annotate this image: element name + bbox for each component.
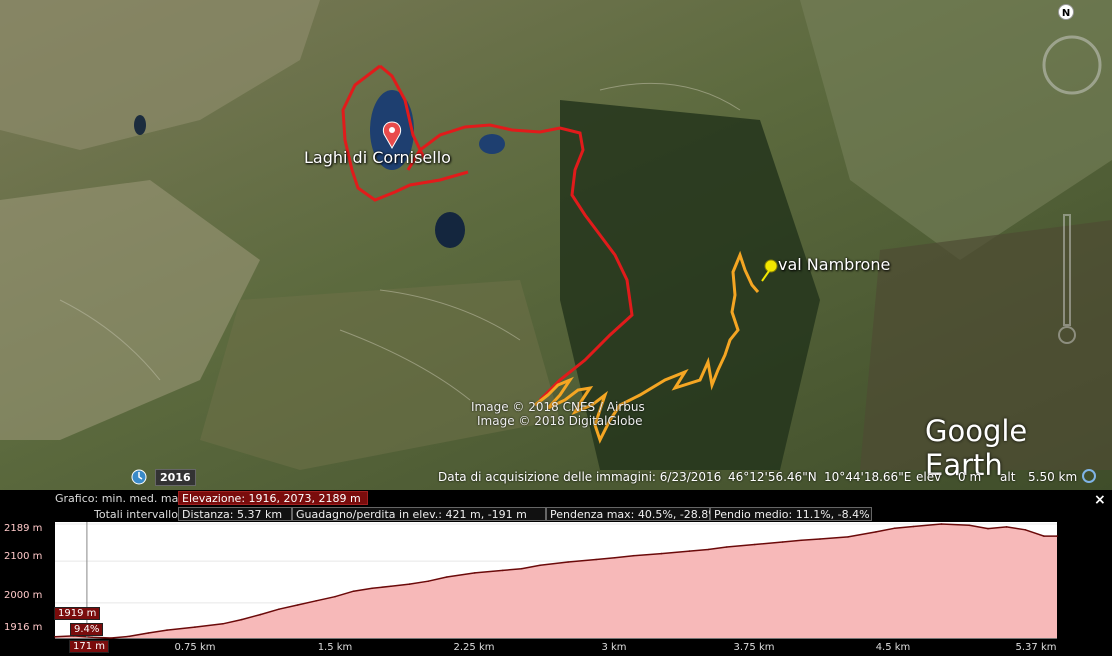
elevation-point xyxy=(1056,535,1058,537)
y-tick-2100: 2100 m xyxy=(4,551,43,562)
elevation-point xyxy=(54,635,56,638)
x-tick-1-5: 1.5 km xyxy=(317,642,353,653)
elev-label: elev xyxy=(916,470,942,484)
elevation-point xyxy=(240,618,243,621)
elevation-point xyxy=(753,543,756,546)
elevation-point xyxy=(427,580,430,582)
elevation-point xyxy=(707,548,709,551)
elevation-point xyxy=(474,572,476,574)
elevation-point xyxy=(222,623,224,625)
elevation-point xyxy=(166,629,168,631)
elevation-point xyxy=(595,558,597,561)
y-tick-2189: 2189 m xyxy=(4,523,43,534)
elevation-point xyxy=(315,600,318,602)
elevation-chart[interactable] xyxy=(0,490,1112,656)
x-tick-4-5: 4.5 km xyxy=(875,642,911,653)
elevation-point xyxy=(128,635,131,638)
elevation-point xyxy=(539,564,541,567)
elevation-point xyxy=(194,626,196,628)
elev-value: 0 m xyxy=(958,470,982,484)
elevation-point xyxy=(1024,529,1027,531)
elevation-point xyxy=(893,527,896,529)
elevation-profile-panel[interactable]: Grafico: min. med. max Elevazione: 1916,… xyxy=(0,490,1112,656)
elevation-point xyxy=(940,523,943,525)
alt-value: 5.50 km xyxy=(1028,470,1078,484)
elevation-point xyxy=(390,585,392,587)
elevation-point xyxy=(446,576,448,578)
x-tick-5-37: 5.37 km xyxy=(1015,642,1057,653)
y-tick-2000: 2000 m xyxy=(4,590,43,601)
elevation-point xyxy=(819,538,821,540)
acquisition-date: Data di acquisizione delle immagini: 6/2… xyxy=(438,470,722,484)
elevation-point xyxy=(875,531,877,533)
elevation-point xyxy=(614,557,616,559)
elevation-point xyxy=(660,552,663,555)
elevation-point xyxy=(147,632,150,634)
elevation-point xyxy=(567,561,569,563)
elevation-point xyxy=(725,546,728,548)
elevation-point xyxy=(847,536,849,538)
compass-north-icon[interactable]: N xyxy=(1058,4,1074,20)
y-tick-1916: 1916 m xyxy=(4,622,43,633)
streaming-indicator-icon xyxy=(1082,469,1096,483)
place-label-lakes[interactable]: Laghi di Cornisello xyxy=(304,148,451,167)
elevation-point xyxy=(278,608,280,610)
status-bar: Data di acquisizione delle immagini: 6/2… xyxy=(0,466,1112,488)
elevation-point xyxy=(1043,535,1045,537)
elevation-point xyxy=(688,550,691,552)
elevation-point xyxy=(371,587,374,590)
elevation-point xyxy=(296,604,299,606)
elevation-point xyxy=(800,539,803,542)
place-label-valley[interactable]: val Nambrone xyxy=(778,255,890,274)
elevation-point xyxy=(352,590,355,592)
elevation-point xyxy=(91,636,94,638)
elevation-point xyxy=(259,613,262,616)
elevation-point xyxy=(1005,526,1008,528)
cursor-slope-marker: 9.4% xyxy=(70,623,104,636)
x-tick-3-75: 3.75 km xyxy=(733,642,775,653)
elevation-point xyxy=(334,595,336,598)
elevation-point xyxy=(912,525,915,528)
elevation-point xyxy=(987,527,989,530)
elevation-point xyxy=(408,583,411,585)
latitude: 46°12'56.46"N xyxy=(728,470,817,484)
elevation-point xyxy=(502,569,504,572)
x-tick-2-25: 2.25 km xyxy=(453,642,495,653)
alt-label: alt xyxy=(1000,470,1016,484)
elevation-point xyxy=(781,541,784,543)
elevation-point xyxy=(520,567,523,570)
elevation-point xyxy=(632,554,635,557)
elevation-point xyxy=(110,637,112,639)
x-tick-3: 3 km xyxy=(601,642,627,653)
cursor-elevation-marker: 1919 m xyxy=(54,607,101,620)
map-view[interactable]: N Laghi di Cornisello val Nambrone Image… xyxy=(0,0,1112,490)
cursor-distance-marker: 171 m xyxy=(69,640,110,653)
imagery-credit-1: Image © 2018 CNES / Airbus xyxy=(471,400,645,414)
x-tick-0-75: 0.75 km xyxy=(174,642,216,653)
longitude: 10°44'18.66"E xyxy=(824,470,912,484)
compass-letter: N xyxy=(1062,8,1070,19)
imagery-credit-2: Image © 2018 DigitalGlobe xyxy=(477,414,643,428)
elevation-point xyxy=(968,524,971,527)
